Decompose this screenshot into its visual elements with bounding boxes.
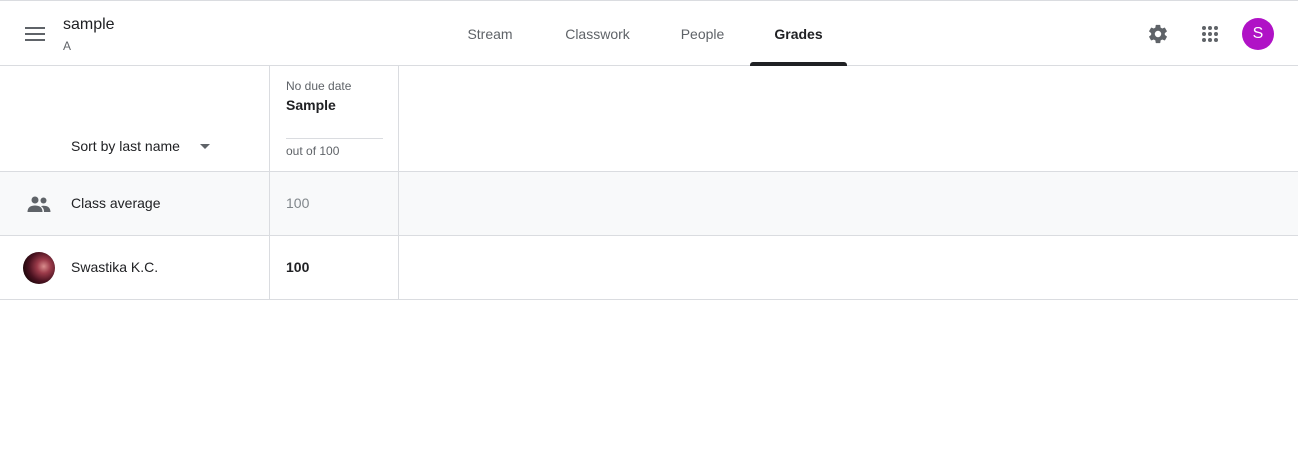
class-section: A bbox=[63, 39, 72, 53]
student-row: Swastika K.C. 100 bbox=[0, 236, 1298, 300]
dropdown-arrow-icon bbox=[199, 143, 210, 149]
people-icon bbox=[27, 196, 51, 212]
main-menu-button[interactable] bbox=[19, 18, 51, 50]
menu-icon bbox=[25, 27, 45, 41]
people-icon-wrap bbox=[25, 192, 53, 216]
assignment-title[interactable]: Sample bbox=[286, 97, 336, 113]
assignment-divider bbox=[286, 138, 383, 139]
grades-header-row: Sort by last name No due date Sample out… bbox=[0, 66, 1298, 172]
student-name[interactable]: Swastika K.C. bbox=[71, 259, 158, 275]
column-divider bbox=[269, 66, 270, 300]
tab-classwork[interactable]: Classwork bbox=[550, 1, 645, 66]
gear-icon bbox=[1149, 24, 1167, 44]
assignment-points: out of 100 bbox=[286, 144, 340, 158]
column-divider bbox=[398, 66, 399, 300]
tab-stream[interactable]: Stream bbox=[452, 1, 528, 66]
class-average-row: Class average 100 bbox=[0, 172, 1298, 236]
google-apps-button[interactable] bbox=[1193, 17, 1227, 51]
sort-dropdown[interactable]: Sort by last name bbox=[71, 138, 210, 154]
account-avatar[interactable]: S bbox=[1242, 18, 1274, 50]
class-name[interactable]: sample bbox=[63, 16, 115, 34]
class-average-label: Class average bbox=[71, 195, 161, 211]
settings-button[interactable] bbox=[1141, 17, 1175, 51]
apps-grid-icon bbox=[1202, 26, 1218, 42]
class-average-grade: 100 bbox=[286, 195, 310, 211]
tab-people[interactable]: People bbox=[666, 1, 739, 66]
student-avatar[interactable] bbox=[23, 252, 55, 284]
assignment-due-date: No due date bbox=[286, 79, 352, 93]
sort-label: Sort by last name bbox=[71, 138, 180, 154]
top-app-bar: sample A Stream Classwork People Grades … bbox=[0, 0, 1298, 66]
student-grade-cell[interactable]: 100 bbox=[286, 259, 309, 275]
tab-grades[interactable]: Grades bbox=[750, 1, 847, 66]
